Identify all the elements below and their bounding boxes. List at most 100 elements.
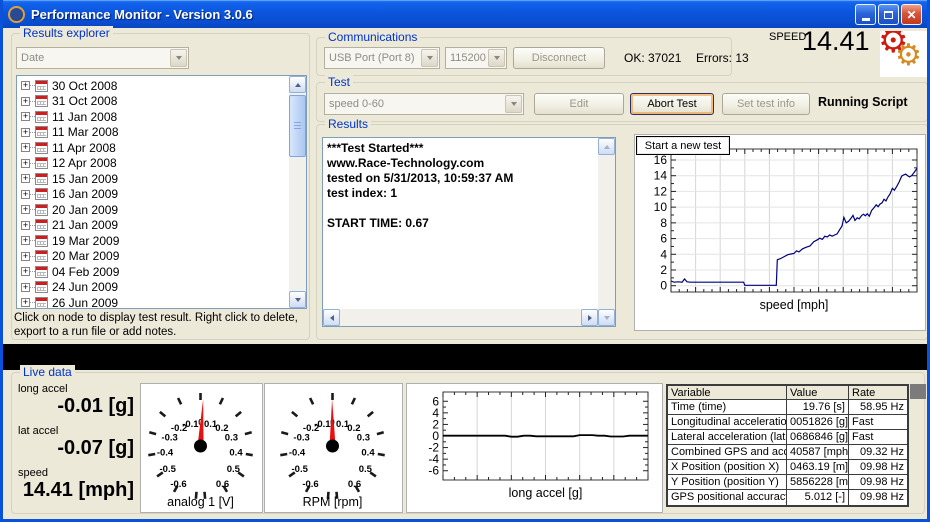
speed-chart: 0246810121416speed [mph] [635,135,925,335]
results-tree[interactable]: +30 Oct 2008+31 Oct 2008+11 Jan 2008+11 … [16,75,307,309]
scroll-down-icon[interactable] [289,291,306,308]
tree-item[interactable]: +24 Jun 2009 [19,280,287,296]
tree-item[interactable]: +30 Oct 2008 [19,78,287,94]
expand-icon[interactable]: + [21,205,30,214]
svg-text:long accel [g]: long accel [g] [509,486,583,500]
tree-item[interactable]: +11 Jan 2008 [19,109,287,125]
date-filter-value: Date [17,52,170,64]
calendar-icon [35,235,48,247]
table-cell: 58.95 Hz [849,400,907,415]
maximize-icon [884,11,893,19]
tree-item[interactable]: +16 Jan 2009 [19,187,287,203]
expand-icon[interactable]: + [21,190,30,199]
calendar-icon [35,188,48,200]
calendar-icon [35,80,48,92]
results-log[interactable]: ***Test Started*** www.Race-Technology.c… [327,141,593,304]
expand-icon[interactable]: + [21,298,30,307]
table-cell: GPS positional accuracy [668,490,787,505]
errors-count: Errors: 13 [696,51,749,65]
svg-text:-0.6: -0.6 [302,479,318,490]
expand-icon[interactable]: + [21,267,30,276]
start-new-test-button[interactable]: Start a new test [636,136,730,155]
tree-item[interactable]: +19 Mar 2009 [19,233,287,249]
set-test-info-button[interactable]: Set test info [722,93,810,115]
separator-bar [0,344,930,370]
scroll-down-icon[interactable] [598,309,615,326]
abort-test-button[interactable]: Abort Test [630,93,714,115]
scroll-right-icon[interactable] [581,309,598,326]
tree-item[interactable]: +20 Mar 2009 [19,249,287,265]
expand-icon[interactable]: + [21,128,30,137]
scroll-up-icon[interactable] [289,76,306,93]
table-cell: 09.98 Hz [849,490,907,505]
tree-item[interactable]: +12 Apr 2008 [19,156,287,172]
expand-icon[interactable]: + [21,159,30,168]
app-window: Performance Monitor - Version 3.0.6 ✕ Re… [0,0,930,522]
speed-chart-box: 0246810121416speed [mph] Start a new tes… [634,134,926,331]
expand-icon[interactable]: + [21,174,30,183]
tree-item[interactable]: +26 Jun 2009 [19,295,287,308]
long-accel-label: long accel [18,383,68,395]
long-accel-chart-box: -6-4-20246long accel [g] [406,383,663,513]
tree-item[interactable]: +21 Jan 2009 [19,218,287,234]
expand-icon[interactable]: + [21,283,30,292]
chevron-down-icon [421,49,438,67]
disconnect-button[interactable]: Disconnect [513,47,605,69]
expand-icon[interactable]: + [21,252,30,261]
svg-text:-0.3: -0.3 [161,433,177,444]
chevron-down-icon [505,95,522,113]
live-table: VariableValueRateTime (time)19.76 [s]58.… [666,384,909,507]
baud-value: 115200 [446,52,488,64]
title-bar[interactable]: Performance Monitor - Version 3.0.6 ✕ [0,0,930,28]
log-hscrollbar[interactable] [323,309,598,326]
table-header: Rate [849,386,907,400]
baud-select[interactable]: 115200 [445,47,507,69]
tree-item[interactable]: +15 Jan 2009 [19,171,287,187]
minimize-button[interactable] [855,4,876,25]
calendar-icon [35,266,48,278]
expand-icon[interactable]: + [21,236,30,245]
log-vscrollbar[interactable] [598,138,615,326]
calendar-icon [35,250,48,262]
tree-item-label: 20 Mar 2009 [52,249,119,263]
lat-accel-value: -0.07 [g] [14,437,134,460]
tree-item[interactable]: +20 Jan 2009 [19,202,287,218]
expand-icon[interactable]: + [21,221,30,230]
results-log-box[interactable]: ***Test Started*** www.Race-Technology.c… [322,137,616,327]
test-group: Test speed 0-60 Edit Abort Test Set test… [316,82,928,122]
table-cell: 40587 [mph] [787,445,849,460]
app-icon [8,6,25,23]
svg-text:14: 14 [654,169,668,183]
scroll-up-icon[interactable] [598,138,615,155]
scroll-left-icon[interactable] [323,309,340,326]
minimize-icon [862,18,870,21]
test-value: speed 0-60 [325,98,505,110]
port-select[interactable]: USB Port (Port 8) [324,47,440,69]
svg-text:-0.5: -0.5 [292,464,309,475]
tree-item[interactable]: +11 Apr 2008 [19,140,287,156]
close-button[interactable]: ✕ [901,4,922,25]
calendar-icon [35,111,48,123]
communications-group: Communications USB Port (Port 8) 115200 … [316,37,732,76]
tree-item[interactable]: +04 Feb 2009 [19,264,287,280]
date-filter-select[interactable]: Date [16,47,189,69]
expand-icon[interactable]: + [21,81,30,90]
tree-scrollbar[interactable] [289,76,306,308]
svg-text:-0.3: -0.3 [293,433,309,444]
edit-button[interactable]: Edit [534,93,624,115]
calendar-icon [35,173,48,185]
table-cell: 09.98 Hz [849,460,907,475]
calendar-icon [35,126,48,138]
tree-item[interactable]: +11 Mar 2008 [19,125,287,141]
table-header: Variable [668,386,787,400]
maximize-button[interactable] [878,4,899,25]
expand-icon[interactable]: + [21,97,30,106]
test-select[interactable]: speed 0-60 [324,93,524,115]
tree-item[interactable]: +31 Oct 2008 [19,94,287,110]
table-row: Longitudinal acceleration0051826 [g]Fast [668,415,907,430]
scrollbar-thumb[interactable] [289,95,306,157]
expand-icon[interactable]: + [21,143,30,152]
expand-icon[interactable]: + [21,112,30,121]
table-row: GPS positional accuracy5.012 [-]09.98 Hz [668,490,907,505]
svg-text:-0.1: -0.1 [182,419,199,430]
